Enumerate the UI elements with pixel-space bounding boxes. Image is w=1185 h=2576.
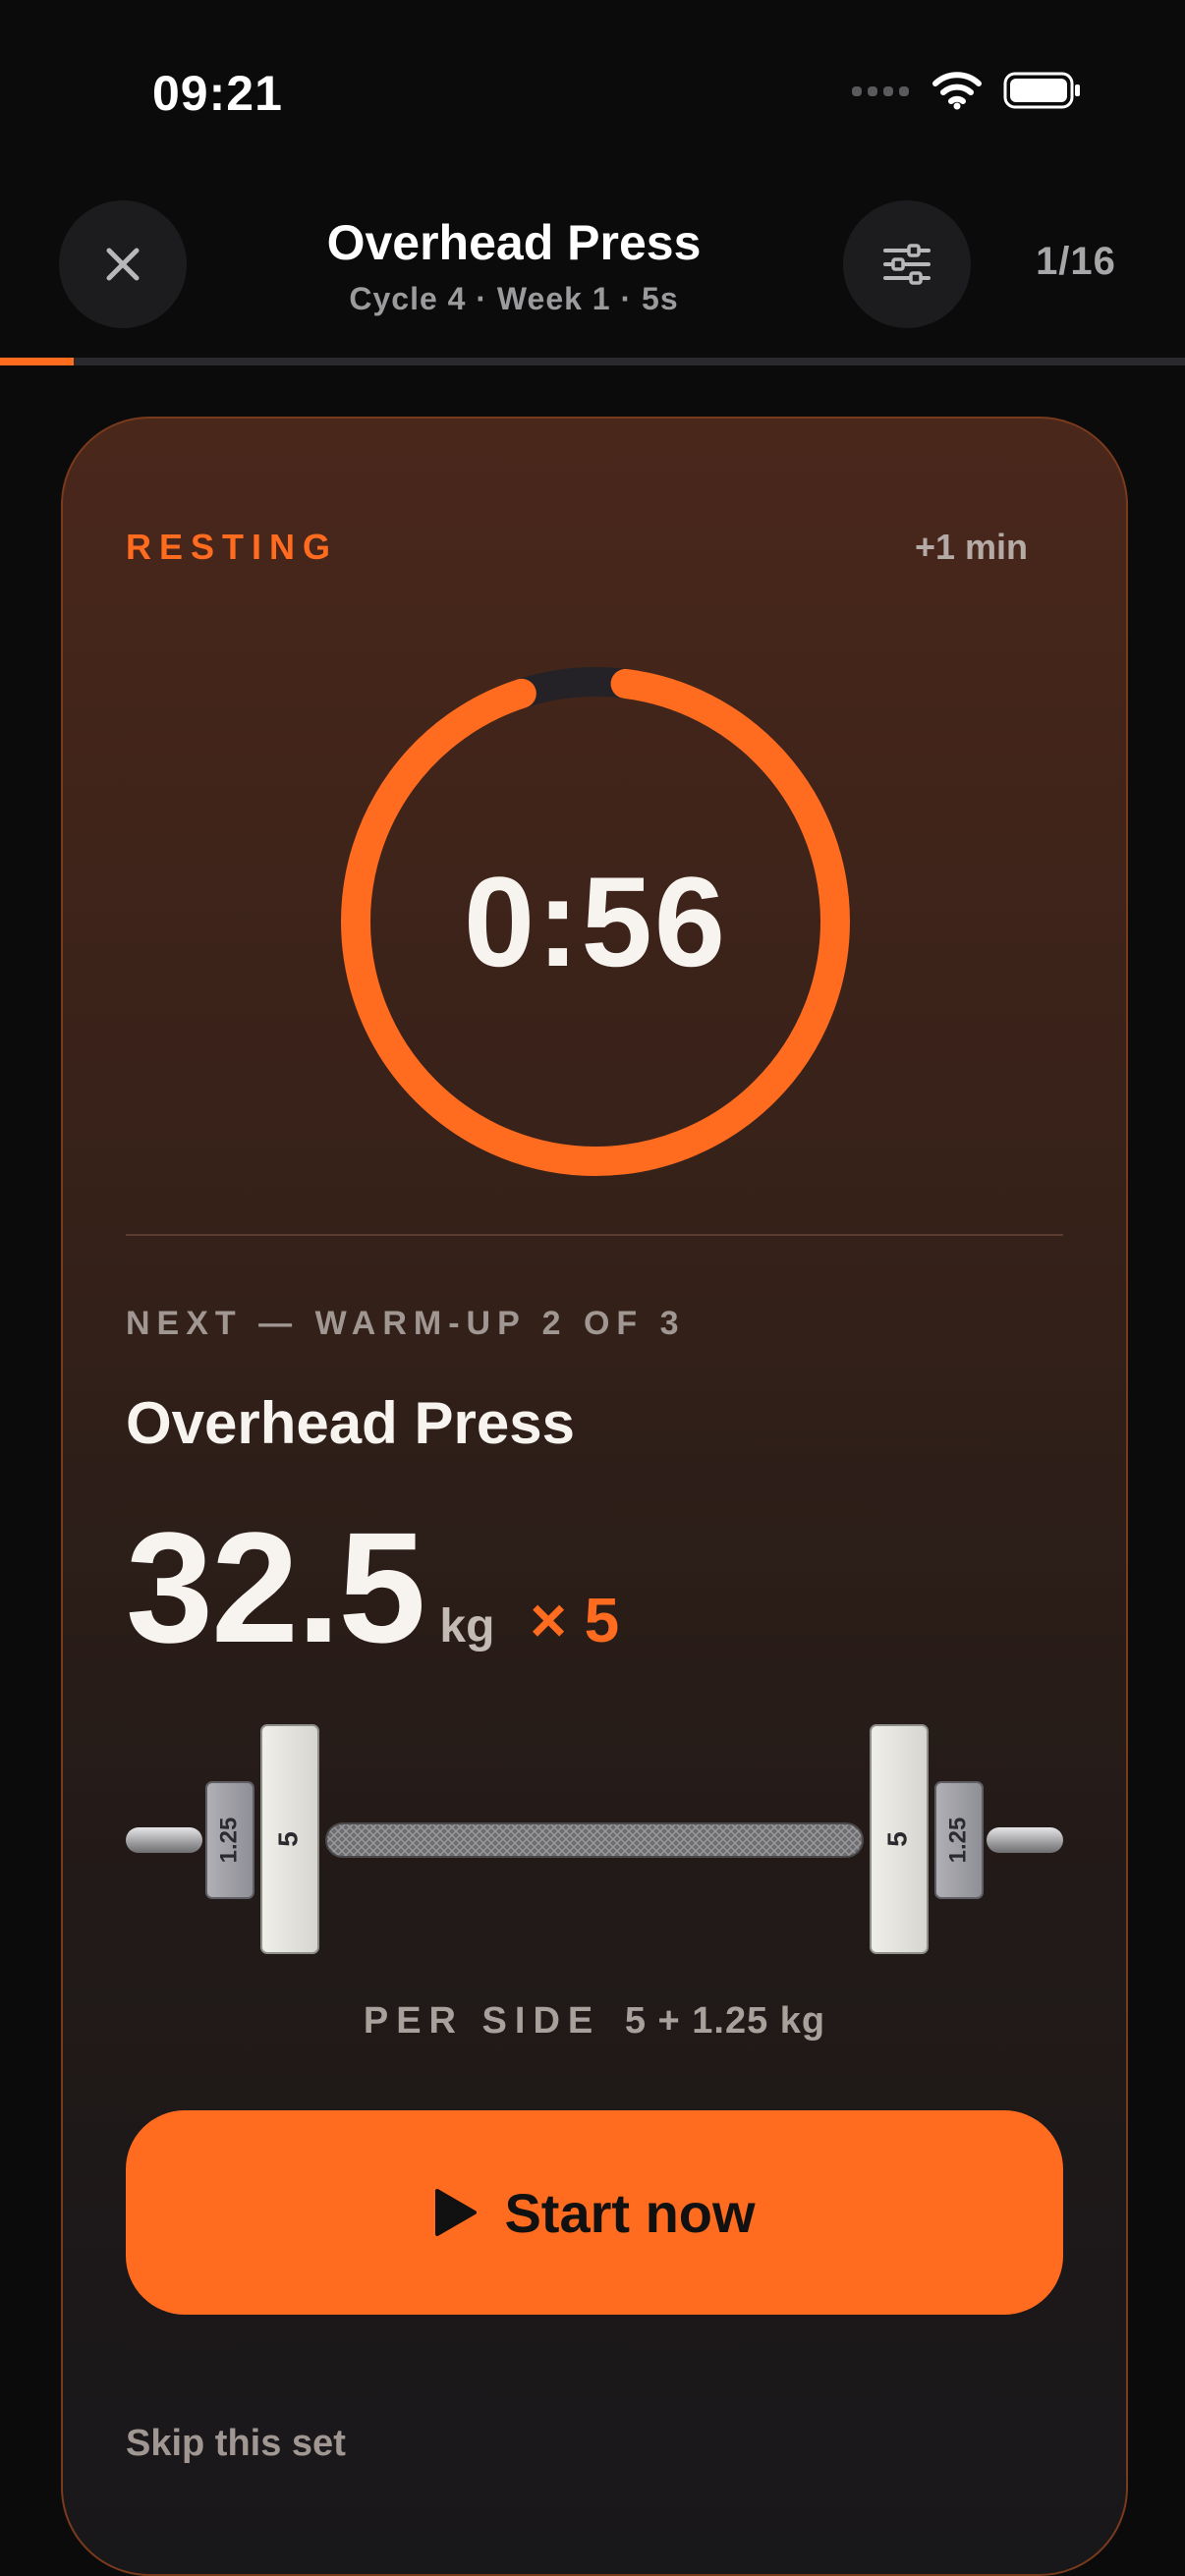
set-counter: 1/16 [1036, 240, 1116, 283]
barbell-sleeve-right [987, 1827, 1063, 1853]
battery-icon [1003, 72, 1080, 109]
plate-left-large-label: 5 [272, 1831, 303, 1847]
play-icon [435, 2189, 478, 2236]
plate-right-large-label: 5 [881, 1831, 912, 1847]
divider [126, 1234, 1063, 1236]
barbell-shaft [325, 1822, 864, 1858]
add-minute-button[interactable]: +1 min [915, 527, 1028, 568]
start-now-button[interactable]: Start now [126, 2110, 1063, 2315]
next-weight-unit: kg [439, 1600, 495, 1652]
skip-set-button[interactable]: Skip this set [126, 2423, 346, 2465]
per-side-label: PER SIDE [363, 2000, 601, 2042]
next-exercise-name: Overhead Press [126, 1390, 575, 1456]
plate-right-small: 1.25 [934, 1781, 984, 1899]
next-weight-value: 32.5 [126, 1499, 425, 1675]
per-side-value: 5 + 1.25 kg [624, 2000, 826, 2042]
wifi-icon [932, 72, 982, 110]
barbell-sleeve-left [126, 1827, 202, 1853]
rest-timer: 0:56 [463, 850, 728, 993]
next-weight-row: 32.5 kg × 5 [126, 1509, 619, 1666]
settings-button[interactable] [843, 200, 971, 328]
plate-left-small-label: 1.25 [215, 1818, 242, 1864]
cellular-signal-icon [852, 86, 909, 96]
sliders-icon [883, 244, 931, 285]
next-set-label: NEXT — WARM-UP 2 OF 3 [126, 1305, 686, 1342]
next-reps: × 5 [530, 1585, 620, 1655]
status-icons [852, 71, 1082, 110]
plate-right-small-label: 1.25 [944, 1818, 971, 1864]
plate-left-small: 1.25 [205, 1781, 254, 1899]
plate-left-large: 5 [260, 1724, 319, 1954]
resting-label: RESTING [126, 527, 339, 567]
workout-progress-bar [0, 358, 1185, 365]
rest-card: RESTING +1 min 0:56 NEXT — WARM-UP 2 OF … [61, 417, 1128, 2576]
workout-progress-fill [0, 358, 75, 365]
start-now-label: Start now [504, 2181, 756, 2244]
status-time: 09:21 [152, 66, 283, 121]
per-side-summary: PER SIDE 5 + 1.25 kg [63, 2000, 1126, 2043]
plate-right-large: 5 [870, 1724, 929, 1954]
barbell-plate-diagram: 1.25 5 5 1.25 [126, 1724, 1063, 1954]
